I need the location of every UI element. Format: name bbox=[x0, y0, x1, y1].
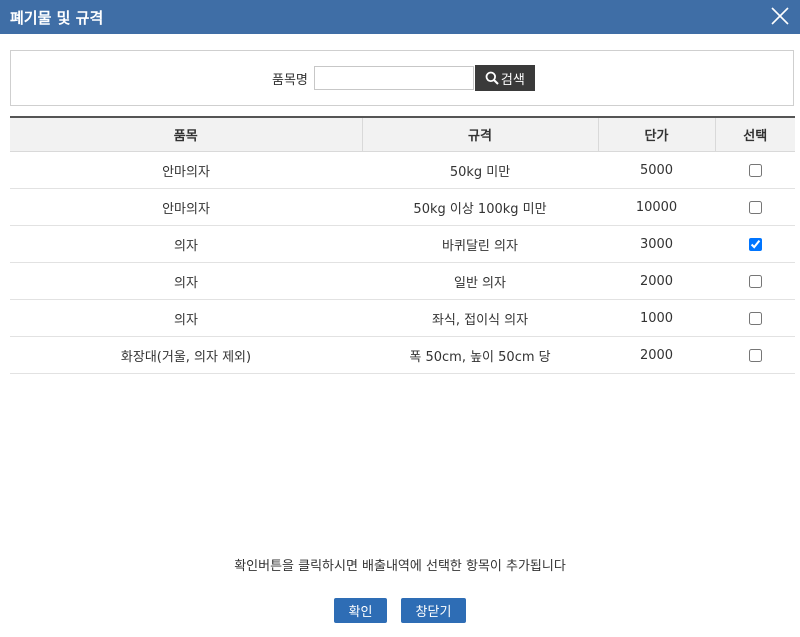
select-cell bbox=[715, 336, 795, 374]
table-row: 의자 일반 의자 2000 bbox=[10, 262, 795, 300]
search-panel: 품목명 검색 bbox=[10, 50, 794, 106]
spec-cell: 50kg 미만 bbox=[362, 151, 598, 189]
item-cell: 화장대(거울, 의자 제외) bbox=[10, 336, 362, 374]
table-row: 화장대(거울, 의자 제외) 폭 50cm, 높이 50cm 당 2000 bbox=[10, 336, 795, 374]
select-checkbox[interactable] bbox=[748, 200, 762, 214]
search-icon bbox=[485, 71, 499, 85]
select-cell bbox=[715, 299, 795, 337]
notice-text: 확인버튼을 클릭하시면 배출내역에 선택한 항목이 추가됩니다 bbox=[234, 559, 566, 574]
header-spec: 규격 bbox=[361, 116, 598, 152]
price-cell: 10000 bbox=[598, 188, 715, 226]
confirm-button[interactable]: 확인 bbox=[334, 598, 387, 623]
header-select: 선택 bbox=[714, 116, 795, 152]
search-button[interactable]: 검색 bbox=[474, 65, 535, 91]
item-table: 품목 규격 단가 선택 안마의자 50kg 미만 5000 안마의자 50kg … bbox=[10, 116, 795, 374]
spec-cell: 폭 50cm, 높이 50cm 당 bbox=[362, 336, 598, 374]
spec-cell: 바퀴달린 의자 bbox=[362, 225, 598, 263]
select-cell bbox=[715, 262, 795, 300]
select-checkbox[interactable] bbox=[748, 311, 762, 325]
select-checkbox[interactable] bbox=[748, 348, 762, 362]
price-cell: 2000 bbox=[598, 262, 715, 300]
price-cell: 3000 bbox=[598, 225, 715, 263]
search-input[interactable] bbox=[313, 66, 474, 90]
price-cell: 5000 bbox=[598, 151, 715, 189]
select-checkbox[interactable] bbox=[748, 163, 762, 177]
button-group: 확인 창닫기 bbox=[0, 598, 800, 623]
title-bar: 폐기물 및 규격 bbox=[0, 0, 800, 34]
select-cell bbox=[715, 151, 795, 189]
select-checkbox[interactable] bbox=[748, 237, 762, 251]
header-item: 품목 bbox=[10, 116, 362, 152]
select-cell bbox=[715, 188, 795, 226]
close-icon[interactable] bbox=[770, 6, 790, 26]
item-cell: 안마의자 bbox=[10, 151, 362, 189]
spec-cell: 좌식, 접이식 의자 bbox=[362, 299, 598, 337]
table-row: 의자 좌식, 접이식 의자 1000 bbox=[10, 299, 795, 337]
select-checkbox[interactable] bbox=[748, 274, 762, 288]
item-cell: 의자 bbox=[10, 299, 362, 337]
search-button-label: 검색 bbox=[500, 72, 525, 88]
table-row: 의자 바퀴달린 의자 3000 bbox=[10, 225, 795, 263]
table-row: 안마의자 50kg 이상 100kg 미만 10000 bbox=[10, 188, 795, 226]
header-price: 단가 bbox=[597, 116, 715, 152]
select-cell bbox=[715, 225, 795, 263]
table-row: 안마의자 50kg 미만 5000 bbox=[10, 151, 795, 189]
close-window-button[interactable]: 창닫기 bbox=[401, 598, 466, 623]
price-cell: 2000 bbox=[598, 336, 715, 374]
search-form: 품목명 검색 bbox=[272, 65, 535, 91]
item-cell: 안마의자 bbox=[10, 188, 362, 226]
table-header-row: 품목 규격 단가 선택 bbox=[10, 116, 795, 152]
spec-cell: 50kg 이상 100kg 미만 bbox=[362, 188, 598, 226]
window-title: 폐기물 및 규격 bbox=[10, 9, 104, 27]
item-cell: 의자 bbox=[10, 262, 362, 300]
spec-cell: 일반 의자 bbox=[362, 262, 598, 300]
price-cell: 1000 bbox=[598, 299, 715, 337]
item-cell: 의자 bbox=[10, 225, 362, 263]
search-label: 품목명 bbox=[272, 72, 308, 88]
